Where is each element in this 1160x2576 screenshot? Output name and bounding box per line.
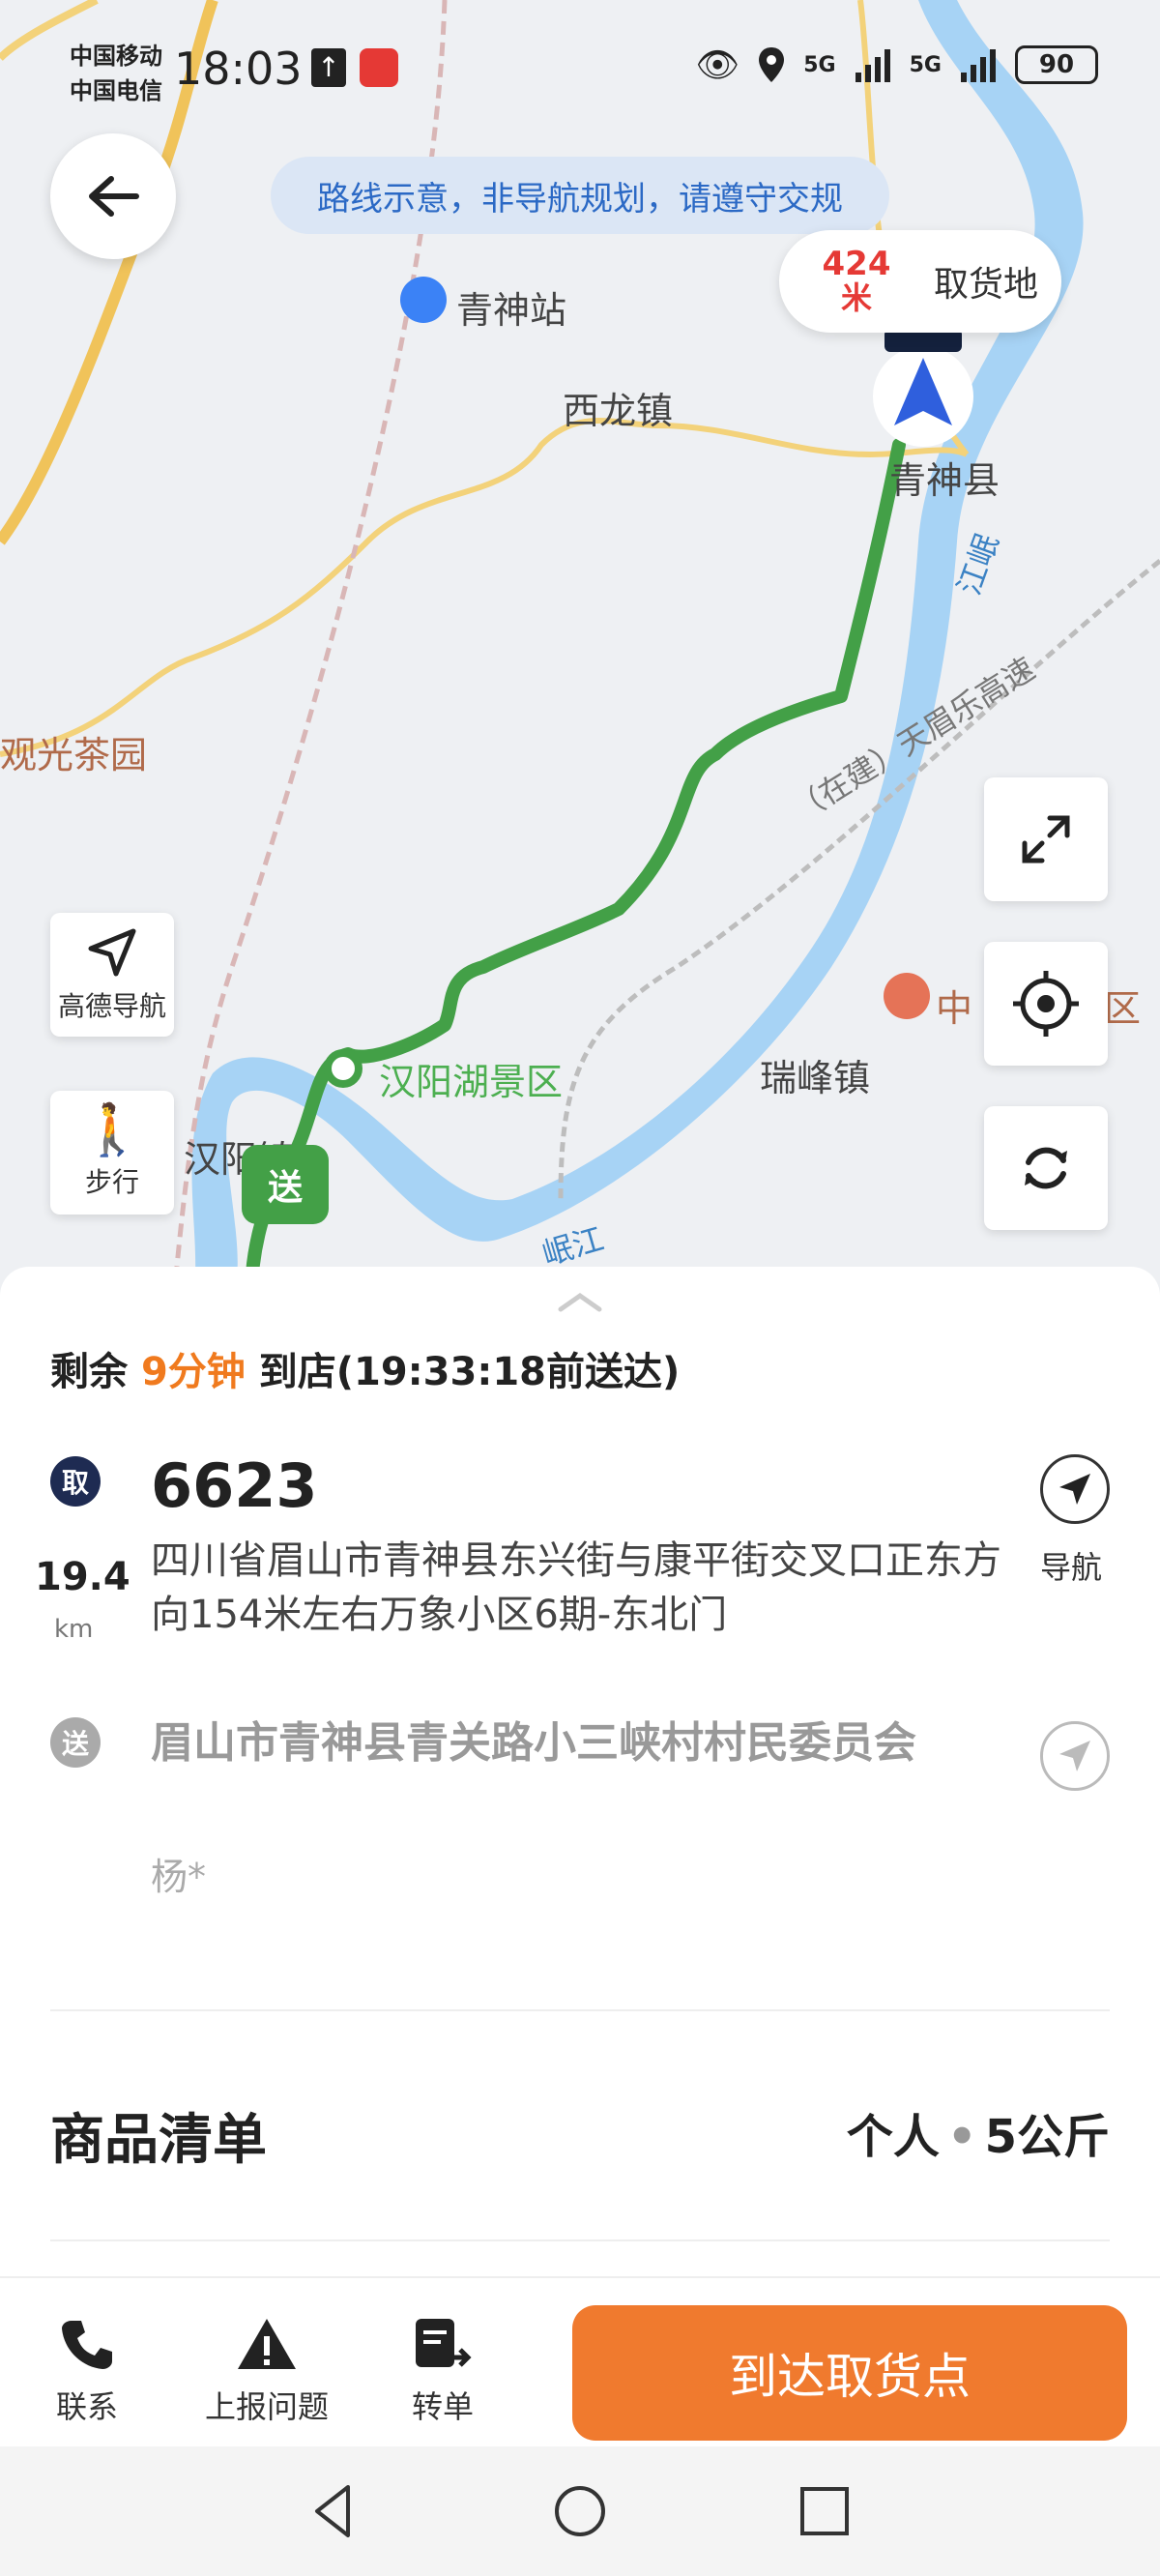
- distance-value: 424 米: [779, 248, 934, 314]
- warning-icon: [238, 2319, 296, 2369]
- refresh-icon: [1025, 1147, 1067, 1189]
- walk-icon: 🚶: [80, 1101, 144, 1159]
- remain-time: 9分钟: [140, 1350, 246, 1394]
- upload-icon: ↑: [311, 48, 346, 87]
- goods-info: 个人 • 5公斤: [847, 2098, 1110, 2166]
- contact-label: 联系: [56, 2388, 119, 2425]
- transfer-order-label: 转单: [412, 2388, 475, 2425]
- report-issue-label: 上报问题: [205, 2388, 330, 2425]
- gaode-nav-label: 高德导航: [57, 990, 166, 1022]
- app-notification-icon: [360, 48, 398, 87]
- refresh-button[interactable]: [984, 1106, 1108, 1230]
- signal-2-icon: [961, 49, 996, 82]
- action-bar: 联系 上报问题 转单 到达取货点: [0, 2276, 1160, 2446]
- system-nav-bar: [0, 2446, 1160, 2576]
- carrier-1: 中国移动: [70, 43, 162, 70]
- transfer-icon: [416, 2319, 472, 2367]
- pickup-nav-label[interactable]: 导航: [1040, 1543, 1102, 1588]
- nav-recents-icon[interactable]: [795, 2481, 855, 2541]
- walk-button[interactable]: 🚶 步行: [50, 1091, 174, 1215]
- transfer-order-button[interactable]: 转单: [412, 2315, 474, 2427]
- map-label-ruifeng: 瑞峰镇: [760, 1057, 871, 1099]
- drop-address: 眉山市青神县青关路小三峡村村民委员会: [151, 1718, 916, 1768]
- locate-button[interactable]: [984, 942, 1108, 1066]
- location-icon: [759, 47, 785, 82]
- remain-prefix: 剩余: [50, 1350, 128, 1394]
- pickup-code: 6623: [151, 1450, 318, 1521]
- recipient-name: 杨*: [151, 1856, 207, 1898]
- clock: 18:03: [174, 43, 303, 95]
- map-label-qingshen: 青神县: [889, 459, 1000, 502]
- divider: [50, 2009, 1110, 2011]
- station-pin-icon: [400, 277, 447, 323]
- map-label-tea-garden: 观光茶园: [0, 734, 148, 776]
- map-view[interactable]: 青神站 西龙镇 青神县 观光茶园 汉阳湖景区 汉阳镇 瑞峰镇 岷江 江岷 （在建…: [0, 0, 1160, 1296]
- back-arrow-icon: [89, 176, 139, 217]
- distance-unit: 米: [840, 279, 872, 317]
- remain-suffix: 到店(19:33:18前送达): [258, 1350, 681, 1394]
- distance-km-unit: km: [54, 1615, 94, 1644]
- signal-1-label: 5G: [803, 52, 836, 77]
- drop-nav-button[interactable]: [1040, 1721, 1110, 1791]
- order-sheet: 剩余 9分钟 到店(19:33:18前送达) 取 6623 四川省眉山市青神县东…: [0, 1267, 1160, 2276]
- drop-marker: 送: [242, 1145, 329, 1224]
- gaode-nav-button[interactable]: 高德导航: [50, 913, 174, 1037]
- back-button[interactable]: [50, 133, 176, 259]
- goods-list-title[interactable]: 商品清单: [50, 2096, 267, 2175]
- navigation-arrow-icon: [88, 928, 136, 977]
- poi-pin-icon: [884, 973, 930, 1019]
- scenic-point: [324, 1049, 362, 1088]
- map-label-hanyang-lake: 汉阳湖景区: [379, 1061, 564, 1103]
- phone-icon: [62, 2321, 112, 2369]
- route-notice: 路线示意，非导航规划，请遵守交规: [271, 157, 889, 234]
- expand-icon: [1022, 815, 1070, 864]
- nav-home-icon[interactable]: [550, 2481, 610, 2541]
- remaining-time: 剩余 9分钟 到店(19:33:18前送达): [50, 1340, 680, 1396]
- nav-back-icon[interactable]: [305, 2481, 365, 2541]
- fullscreen-button[interactable]: [984, 777, 1108, 901]
- crosshair-icon: [1013, 971, 1079, 1037]
- arrive-pickup-button[interactable]: 到达取货点: [572, 2305, 1127, 2441]
- map-label-station: 青神站: [456, 289, 567, 332]
- navigation-arrow-icon: [1059, 1741, 1090, 1771]
- map-label-xilong: 西龙镇: [563, 390, 674, 432]
- distance-label: 取货地: [934, 265, 1039, 305]
- pickup-badge: 取: [50, 1456, 101, 1507]
- distance-number: 424: [822, 245, 891, 284]
- battery-indicator: 90: [1015, 45, 1098, 84]
- report-issue-button[interactable]: 上报问题: [205, 2315, 329, 2427]
- carrier-2: 中国电信: [70, 77, 162, 104]
- signal-1-icon: [855, 49, 890, 82]
- distance-bubble: 424 米 取货地: [779, 230, 1061, 333]
- pickup-address: 四川省眉山市青神县东兴街与康平街交叉口正东方向154米左右万象小区6期-东北门: [151, 1538, 1001, 1637]
- map-label-poi-middle: 中: [936, 987, 973, 1030]
- contact-button[interactable]: 联系: [56, 2315, 118, 2427]
- separator-dot: •: [946, 2110, 977, 2164]
- drop-badge: 送: [50, 1717, 101, 1768]
- distance-km: 19.4: [35, 1555, 130, 1599]
- sheet-handle-icon[interactable]: [557, 1290, 603, 1313]
- goods-weight: 5公斤: [984, 2110, 1110, 2164]
- eye-icon: 👁: [695, 45, 740, 85]
- goods-type: 个人: [846, 2110, 940, 2164]
- walk-label: 步行: [84, 1166, 139, 1198]
- signal-2-label: 5G: [909, 52, 942, 77]
- status-bar: 中国移动 中国电信 18:03 ↑ 👁 5G 5G 90: [0, 0, 1160, 135]
- map-label-poi-right: 区: [1104, 987, 1142, 1030]
- navigation-arrow-icon: [1059, 1474, 1090, 1505]
- pickup-nav-button[interactable]: [1040, 1454, 1110, 1524]
- divider: [50, 2239, 1110, 2241]
